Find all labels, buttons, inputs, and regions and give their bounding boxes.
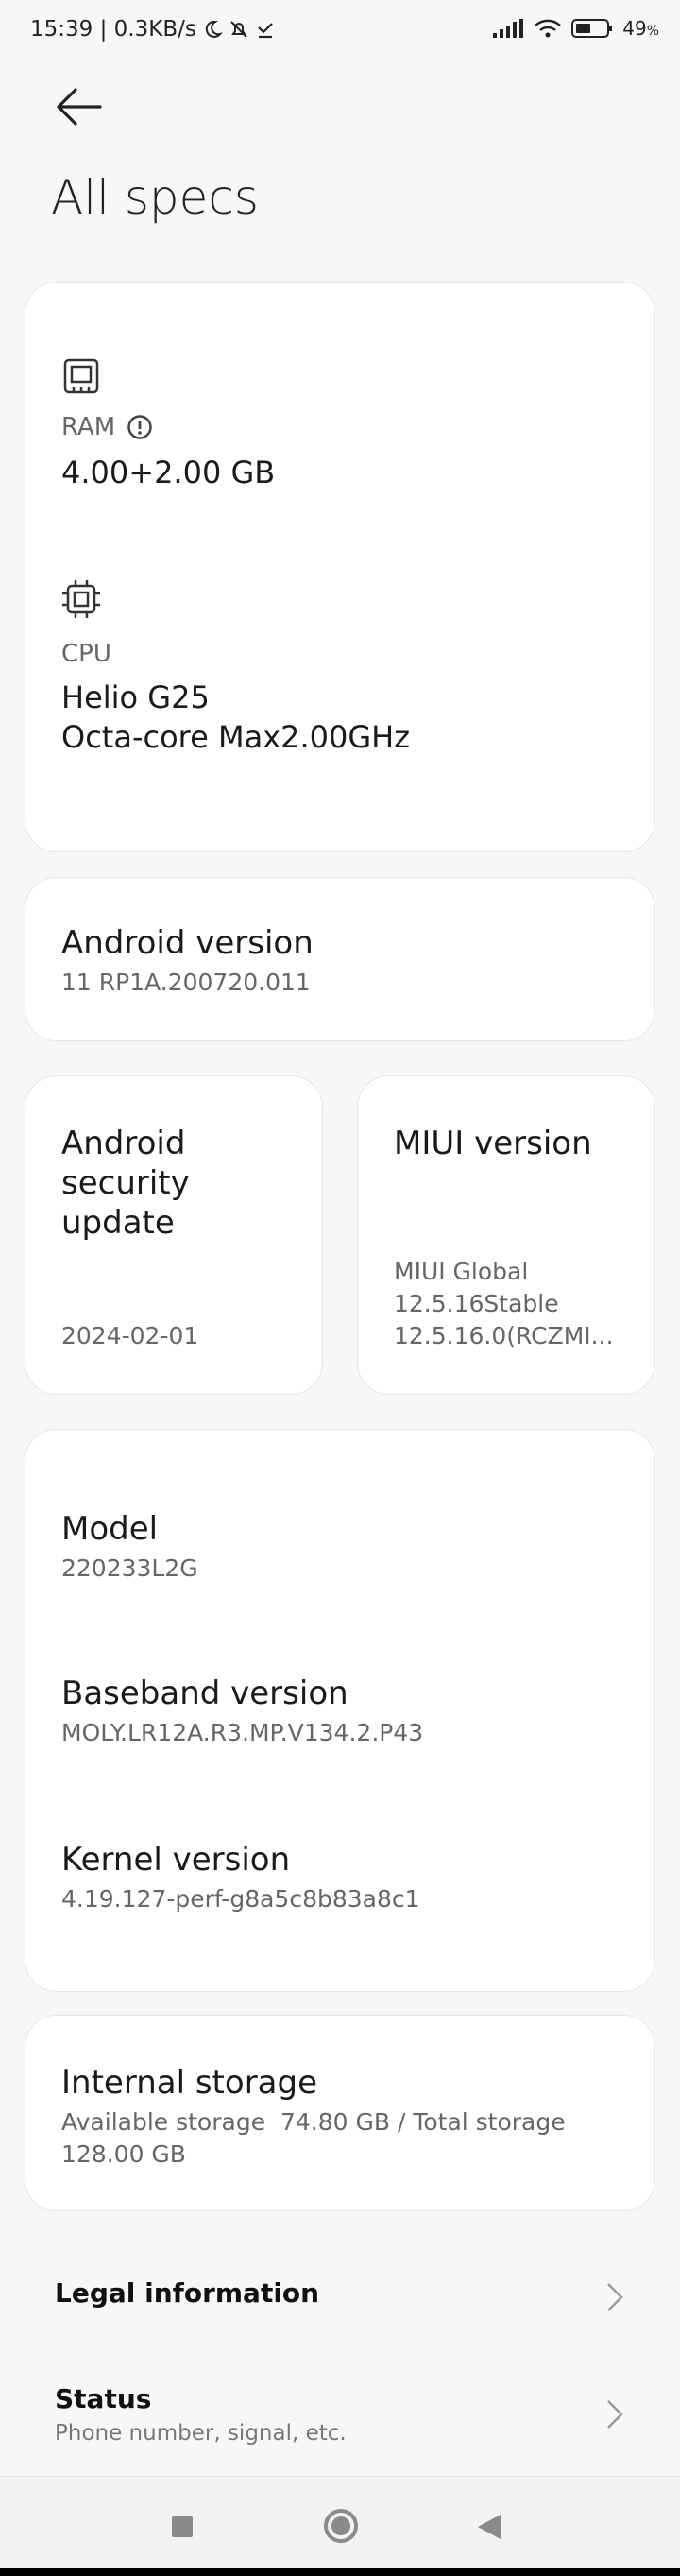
wifi-icon xyxy=(535,19,562,38)
security-update-title-line1: Android xyxy=(61,1125,186,1162)
storage-title: Internal storage xyxy=(61,2064,318,2102)
battery-icon xyxy=(571,19,613,38)
storage-value-line1: Available storage 74.80 GB / Total stora… xyxy=(61,2108,566,2136)
device-info-card: Model 220233L2G Baseband version MOLY.LR… xyxy=(25,1429,655,1992)
bell-off-icon xyxy=(230,21,247,38)
back-triangle-icon[interactable] xyxy=(476,2513,502,2541)
android-version-title: Android version xyxy=(61,924,314,962)
chevron-right-icon xyxy=(607,2283,623,2311)
chevron-right-icon xyxy=(607,2400,623,2429)
battery-percent: 49% xyxy=(622,17,659,40)
storage-value-line2: 128.00 GB xyxy=(61,2140,186,2168)
recents-square-icon[interactable] xyxy=(170,2515,195,2539)
security-update-title-line2: security xyxy=(61,1164,190,1202)
miui-version-value-line2: 12.5.16Stable xyxy=(394,1290,559,1317)
miui-version-card[interactable]: MIUI version MIUI Global 12.5.16Stable 1… xyxy=(357,1075,655,1395)
miui-version-value-line1: MIUI Global xyxy=(394,1258,529,1285)
status-subtitle: Phone number, signal, etc. xyxy=(55,2421,347,2446)
android-version-card[interactable]: Android version 11 RP1A.200720.011 xyxy=(25,877,655,1041)
download-done-icon xyxy=(258,23,273,39)
security-update-card: Android security update 2024-02-01 xyxy=(25,1075,323,1395)
status-title: Status xyxy=(55,2383,152,2414)
hardware-card: RAM 4.00+2.00 GB CPU Helio G25 Octa-core… xyxy=(25,282,655,852)
legal-information-row[interactable]: Legal information xyxy=(0,2249,680,2344)
status-bar: 15:39 | 0.3KB/s 49% xyxy=(0,0,680,64)
ram-label: RAM xyxy=(61,413,153,441)
cpu-label: CPU xyxy=(61,640,111,668)
miui-version-title: MIUI version xyxy=(394,1125,592,1162)
miui-version-value-line3: 12.5.16.0(RCZMI... xyxy=(394,1322,614,1349)
status-row[interactable]: Status Phone number, signal, etc. xyxy=(0,2362,680,2466)
kernel-title: Kernel version xyxy=(61,1841,291,1879)
model-value: 220233L2G xyxy=(61,1554,198,1582)
status-left: 15:39 | 0.3KB/s xyxy=(30,17,276,42)
cpu-value-line2: Octa-core Max2.00GHz xyxy=(61,719,411,755)
security-update-title-line3: update xyxy=(61,1204,175,1242)
arrow-left-icon[interactable] xyxy=(55,85,102,129)
memory-chip-icon xyxy=(63,358,99,394)
storage-card[interactable]: Internal storage Available storage 74.80… xyxy=(25,2015,655,2211)
kernel-value: 4.19.127-perf-g8a5c8b83a8c1 xyxy=(61,1885,420,1913)
home-circle-icon[interactable] xyxy=(322,2507,360,2545)
ram-value: 4.00+2.00 GB xyxy=(61,455,276,490)
security-update-value: 2024-02-01 xyxy=(61,1322,199,1349)
legal-information-title: Legal information xyxy=(55,2277,320,2309)
info-icon[interactable] xyxy=(127,414,153,440)
navigation-bar xyxy=(0,2476,680,2576)
baseband-value: MOLY.LR12A.R3.MP.V134.2.P43 xyxy=(61,1719,424,1746)
signal-icon xyxy=(493,19,524,38)
status-time-speed: 15:39 | 0.3KB/s xyxy=(30,17,196,42)
model-title: Model xyxy=(61,1510,159,1548)
moon-icon xyxy=(205,20,223,38)
android-version-value: 11 RP1A.200720.011 xyxy=(61,969,311,996)
status-right: 49% xyxy=(492,17,659,40)
cpu-value-line1: Helio G25 xyxy=(61,679,210,715)
baseband-title: Baseband version xyxy=(61,1674,348,1712)
page-title: All specs xyxy=(51,170,259,225)
cpu-chip-icon xyxy=(62,580,100,618)
